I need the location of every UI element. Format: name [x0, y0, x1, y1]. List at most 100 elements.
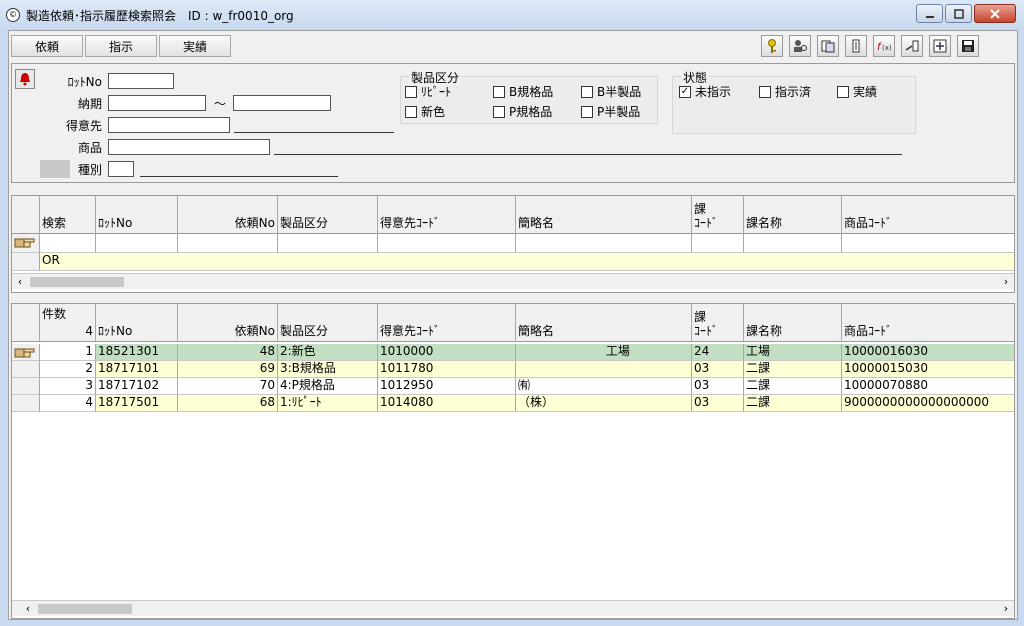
results-horizontal-scrollbar[interactable]: ‹ ›	[12, 600, 1014, 616]
category-new-color-checkbox[interactable]: 新色	[405, 103, 445, 120]
tab-request[interactable]: 依頼	[11, 35, 83, 57]
cell-section-code[interactable]: 03	[692, 395, 744, 412]
customer-code-input[interactable]	[108, 117, 230, 133]
due-date-to-input[interactable]	[233, 95, 331, 111]
status-not-instructed-checkbox[interactable]: ✓ 未指示	[679, 83, 731, 100]
scroll-thumb[interactable]	[30, 277, 124, 287]
cell-category[interactable]: 3:B規格品	[278, 361, 378, 378]
criteria-cell[interactable]	[378, 234, 516, 253]
cell-lot-no[interactable]: 18521301	[96, 344, 178, 361]
cell-lot-no[interactable]: 18717102	[96, 378, 178, 395]
column-button[interactable]	[845, 35, 867, 57]
scroll-thumb[interactable]	[38, 604, 132, 614]
header-lot-no: ﾛｯﾄNo	[96, 196, 178, 234]
cell-short-name[interactable]: ㈲	[516, 378, 692, 395]
criteria-or-row[interactable]: OR	[40, 253, 1014, 271]
alarm-button[interactable]	[15, 69, 35, 89]
close-button[interactable]	[974, 4, 1016, 23]
cell-short-name[interactable]	[516, 361, 692, 378]
customer-label: 得意先	[65, 119, 102, 133]
export-button[interactable]	[901, 35, 923, 57]
criteria-cell[interactable]	[516, 234, 692, 253]
cell-category[interactable]: 4:P規格品	[278, 378, 378, 395]
cell-lot-no[interactable]: 18717501	[96, 395, 178, 412]
cell-category[interactable]: 1:ﾘﾋﾟｰﾄ	[278, 395, 378, 412]
cell-section-code[interactable]: 03	[692, 361, 744, 378]
category-p-semi-checkbox[interactable]: P半製品	[581, 103, 640, 120]
status-instructed-checkbox[interactable]: 指示済	[759, 83, 811, 100]
criteria-cell[interactable]	[178, 234, 278, 253]
cell-product-code[interactable]: 10000070880	[842, 378, 1014, 395]
cell-count[interactable]: 2	[40, 361, 96, 378]
cell-section-code[interactable]: 03	[692, 378, 744, 395]
criteria-cell[interactable]	[278, 234, 378, 253]
criteria-cell[interactable]	[744, 234, 842, 253]
cell-customer-code[interactable]: 1011780	[378, 361, 516, 378]
criteria-cell[interactable]	[96, 234, 178, 253]
category-b-semi-checkbox[interactable]: B半製品	[581, 83, 641, 100]
copy-button[interactable]	[817, 35, 839, 57]
cell-section-name[interactable]: 二課	[744, 361, 842, 378]
category-b-standard-checkbox[interactable]: B規格品	[493, 83, 553, 100]
save-button[interactable]	[957, 35, 979, 57]
cell-section-name[interactable]: 二課	[744, 378, 842, 395]
header-product-code: 商品ｺｰﾄﾞ	[844, 324, 893, 338]
cell-product-code[interactable]: 9000000000000000000	[842, 395, 1014, 412]
scroll-right-icon[interactable]: ›	[998, 274, 1014, 290]
cell-category[interactable]: 2:新色	[278, 344, 378, 361]
cell-lot-no[interactable]: 18717101	[96, 361, 178, 378]
results-header-row: 件数 4 ﾛｯﾄNo 依頼No 製品区分 得意先ｺｰﾄﾞ 簡略名 課 ｺｰﾄﾞ …	[12, 304, 1014, 342]
save-icon	[962, 40, 974, 52]
cell-count[interactable]: 1	[40, 344, 96, 361]
cell-customer-code[interactable]: 1012950	[378, 378, 516, 395]
cell-section-name[interactable]: 工場	[744, 344, 842, 361]
criteria-cell[interactable]	[692, 234, 744, 253]
cell-section-code[interactable]: 24	[692, 344, 744, 361]
category-p-standard-checkbox[interactable]: P規格品	[493, 103, 552, 120]
cell-section-name[interactable]: 二課	[744, 395, 842, 412]
status-not-instructed-label: 未指示	[695, 85, 732, 99]
header-lot-no: ﾛｯﾄNo	[96, 304, 178, 342]
cell-request-no[interactable]: 70	[178, 378, 278, 395]
minimize-button[interactable]	[916, 4, 943, 23]
function-button[interactable]: f (x)	[873, 35, 895, 57]
checkmark-icon: ✓	[679, 85, 691, 98]
cell-count[interactable]: 3	[40, 378, 96, 395]
cell-short-name[interactable]: 工場	[516, 344, 692, 361]
cell-customer-code[interactable]: 1014080	[378, 395, 516, 412]
user-search-button[interactable]	[789, 35, 811, 57]
product-code-input[interactable]	[108, 139, 270, 155]
type-input[interactable]	[108, 161, 134, 177]
scroll-left-icon[interactable]: ‹	[12, 274, 28, 290]
status-result-checkbox[interactable]: 実績	[837, 83, 877, 100]
criteria-cell[interactable]	[842, 234, 1014, 253]
criteria-horizontal-scrollbar[interactable]: ‹ ›	[12, 273, 1014, 289]
type-name-line	[140, 176, 338, 177]
maximize-button[interactable]	[945, 4, 972, 23]
category-repeat-checkbox[interactable]: ﾘﾋﾟｰﾄ	[405, 83, 451, 100]
due-date-from-input[interactable]	[108, 95, 206, 111]
cell-request-no[interactable]: 69	[178, 361, 278, 378]
cell-short-name[interactable]: （株）	[516, 395, 692, 412]
cell-product-code[interactable]: 10000016030	[842, 344, 1014, 361]
header-category: 製品区分	[278, 304, 378, 342]
tab-result[interactable]: 実績	[159, 35, 231, 57]
key-button[interactable]	[761, 35, 783, 57]
scroll-right-icon[interactable]: ›	[998, 601, 1014, 617]
cell-count[interactable]: 4	[40, 395, 96, 412]
cell-request-no[interactable]: 68	[178, 395, 278, 412]
main-window: 依頼 指示 実績 f (x) ﾛｯﾄNo 納期 ～ 得意先 商品 種別 製品区分…	[8, 30, 1018, 620]
app-icon[interactable]: ©	[6, 8, 20, 22]
pointing-hand-icon	[14, 348, 35, 358]
scroll-left-icon[interactable]: ‹	[20, 601, 36, 617]
criteria-cell[interactable]	[40, 234, 96, 253]
cell-request-no[interactable]: 48	[178, 344, 278, 361]
lot-no-input[interactable]	[108, 73, 174, 89]
product-category-group: 製品区分 ﾘﾋﾟｰﾄ B規格品 B半製品 新色 P規格品 P半製品	[400, 69, 658, 124]
category-b-semi-label: B半製品	[597, 85, 642, 99]
cell-customer-code[interactable]: 1010000	[378, 344, 516, 361]
expand-button[interactable]	[929, 35, 951, 57]
tab-instruction[interactable]: 指示	[85, 35, 157, 57]
cell-product-code[interactable]: 10000015030	[842, 361, 1014, 378]
window-controls	[916, 4, 1016, 23]
